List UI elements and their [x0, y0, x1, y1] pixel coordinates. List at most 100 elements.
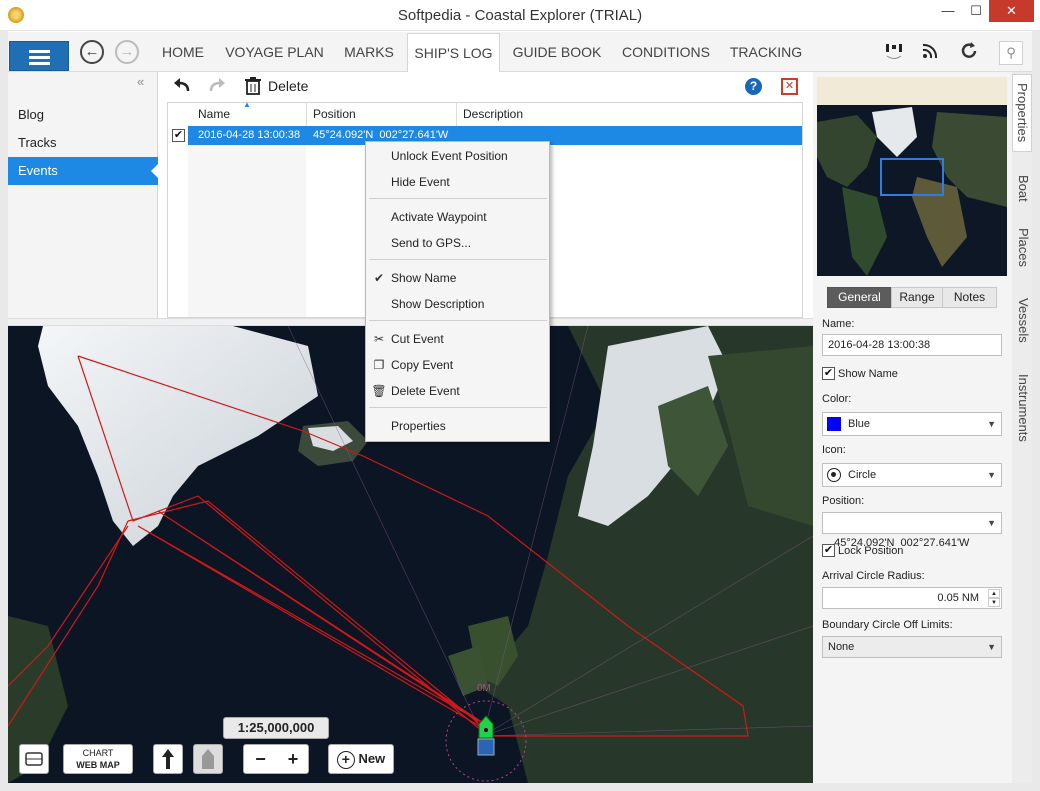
menu-item-unlock-position[interactable]: Unlock Event Position — [366, 143, 549, 169]
cell-position: 45°24.092'N 002°27.641'W — [313, 129, 449, 141]
delete-button[interactable]: Delete — [268, 78, 308, 94]
side-tab-boat[interactable]: Boat — [1012, 168, 1032, 208]
tab-conditions[interactable]: CONDITIONS — [616, 33, 716, 71]
rss-icon[interactable] — [918, 40, 942, 67]
minimize-button[interactable]: — — [933, 0, 963, 22]
tab-tracking[interactable]: TRACKING — [727, 33, 805, 71]
window-title: Softpedia - Coastal Explorer (TRIAL) — [397, 7, 643, 24]
ais-icon[interactable] — [882, 40, 906, 67]
sidebar-item-blog[interactable]: Blog — [8, 101, 158, 129]
tab-guide-book[interactable]: GUIDE BOOK — [508, 33, 606, 71]
close-panel-icon[interactable]: ✕ — [781, 78, 798, 95]
menu-button[interactable] — [9, 41, 69, 71]
close-window-button[interactable]: ✕ — [989, 0, 1034, 22]
title-bar: Softpedia - Coastal Explorer (TRIAL) — ☐… — [0, 0, 1040, 31]
tab-marks[interactable]: MARKS — [338, 33, 400, 71]
boundary-label: Boundary Circle Off Limits: — [822, 619, 953, 631]
tab-range[interactable]: Range — [891, 287, 943, 308]
hamburger-icon-line — [29, 56, 50, 59]
color-swatch — [827, 417, 841, 431]
new-button[interactable]: + New — [328, 744, 394, 774]
column-header-description[interactable]: Description — [457, 102, 657, 126]
menu-item-label: Delete Event — [391, 384, 460, 398]
menu-separator — [369, 198, 547, 199]
hamburger-icon — [29, 50, 50, 53]
zoom-control: − + — [243, 744, 309, 774]
position-field[interactable]: 45°24.092'N 002°27.641'W ▼ — [822, 512, 1002, 549]
chevron-down-icon: ▼ — [987, 419, 996, 429]
menu-separator — [369, 259, 547, 260]
boat-up-button[interactable] — [193, 744, 223, 774]
menu-item-activate-waypoint[interactable]: Activate Waypoint — [366, 204, 549, 230]
sort-arrow-icon: ▲ — [243, 100, 251, 109]
menu-item-send-to-gps[interactable]: Send to GPS... — [366, 230, 549, 256]
collapse-sidebar-icon[interactable]: « — [137, 74, 144, 89]
side-tab-places[interactable]: Places — [1012, 222, 1032, 274]
color-value: Blue — [848, 418, 871, 430]
show-name-checkbox[interactable]: ✔ — [822, 367, 835, 380]
sidebar-item-tracks[interactable]: Tracks — [8, 129, 158, 157]
window-border-right — [1032, 31, 1040, 791]
overview-map[interactable] — [817, 77, 1007, 276]
column-header-position[interactable]: Position — [307, 102, 457, 126]
compass-north-label: 0M — [477, 683, 491, 694]
menu-item-hide-event[interactable]: Hide Event — [366, 169, 549, 195]
stepper-down-icon[interactable]: ▼ — [988, 598, 1000, 607]
help-icon[interactable]: ? — [745, 78, 762, 95]
side-tabs: Properties Boat Places Vessels Instrumen… — [1012, 72, 1032, 783]
lock-position-label: Lock Position — [838, 545, 904, 557]
menu-item-show-description[interactable]: Show Description — [366, 291, 549, 317]
row-checkbox[interactable]: ✔ — [172, 129, 185, 142]
chevron-down-icon: ▼ — [987, 518, 996, 528]
zoom-in-button[interactable]: + — [277, 745, 309, 773]
side-tab-vessels[interactable]: Vessels — [1012, 290, 1032, 350]
scissors-icon: ✂ — [373, 332, 385, 346]
tab-ships-log[interactable]: SHIP'S LOG — [407, 33, 500, 73]
icon-label: Icon: — [822, 444, 846, 456]
name-field[interactable]: 2016-04-28 13:00:38 — [822, 334, 1002, 356]
tab-home[interactable]: HOME — [155, 33, 211, 71]
icon-select[interactable]: Circle ▼ — [822, 463, 1002, 487]
undo-icon[interactable] — [172, 76, 192, 99]
new-label: New — [358, 751, 386, 766]
chevron-down-icon: ▼ — [987, 642, 996, 652]
trash-icon — [245, 77, 261, 98]
menu-separator — [369, 407, 547, 408]
window-border-bottom — [0, 783, 1040, 791]
redo-icon[interactable] — [207, 76, 227, 99]
color-select[interactable]: Blue ▼ — [822, 412, 1002, 436]
arrival-radius-stepper[interactable]: 0.05 NM ▲ ▼ — [822, 587, 1002, 609]
lock-position-checkbox[interactable]: ✔ — [822, 544, 835, 557]
side-tab-properties[interactable]: Properties — [1012, 74, 1032, 152]
hamburger-icon-line — [29, 62, 50, 65]
stepper-up-icon[interactable]: ▲ — [988, 589, 1000, 598]
arrival-radius-label: Arrival Circle Radius: — [822, 570, 925, 582]
column-shade — [188, 145, 306, 317]
tab-general[interactable]: General — [827, 287, 892, 308]
maximize-button[interactable]: ☐ — [961, 0, 991, 22]
menu-item-delete-event[interactable]: 🗑 Delete Event — [366, 378, 549, 404]
north-up-button[interactable] — [153, 744, 183, 774]
menu-item-properties[interactable]: Properties — [366, 413, 549, 439]
boundary-select[interactable]: None ▼ — [822, 636, 1002, 658]
refresh-icon[interactable] — [957, 40, 981, 67]
icon-value: Circle — [848, 469, 877, 481]
forward-icon[interactable]: → — [115, 40, 139, 64]
circle-icon — [827, 468, 841, 482]
tab-notes[interactable]: Notes — [942, 287, 997, 308]
menu-item-copy-event[interactable]: ❐ Copy Event — [366, 352, 549, 378]
zoom-out-button[interactable]: − — [244, 745, 277, 773]
boundary-value: None — [828, 641, 855, 653]
position-label: Position: — [822, 495, 865, 507]
layers-button[interactable] — [19, 744, 49, 774]
menu-item-show-name[interactable]: ✔ Show Name — [366, 265, 549, 291]
menu-item-cut-event[interactable]: ✂ Cut Event — [366, 326, 549, 352]
webmap-label: WEB MAP — [76, 760, 120, 770]
chart-webmap-button[interactable]: CHART WEB MAP — [63, 744, 133, 774]
search-icon[interactable]: ⚲ — [999, 41, 1023, 65]
side-tab-instruments[interactable]: Instruments — [1012, 366, 1032, 450]
sidebar-item-events[interactable]: Events — [8, 157, 158, 185]
tab-voyage-plan[interactable]: VOYAGE PLAN — [222, 33, 327, 71]
copy-icon: ❐ — [373, 358, 385, 372]
back-icon[interactable]: ← — [80, 40, 104, 64]
